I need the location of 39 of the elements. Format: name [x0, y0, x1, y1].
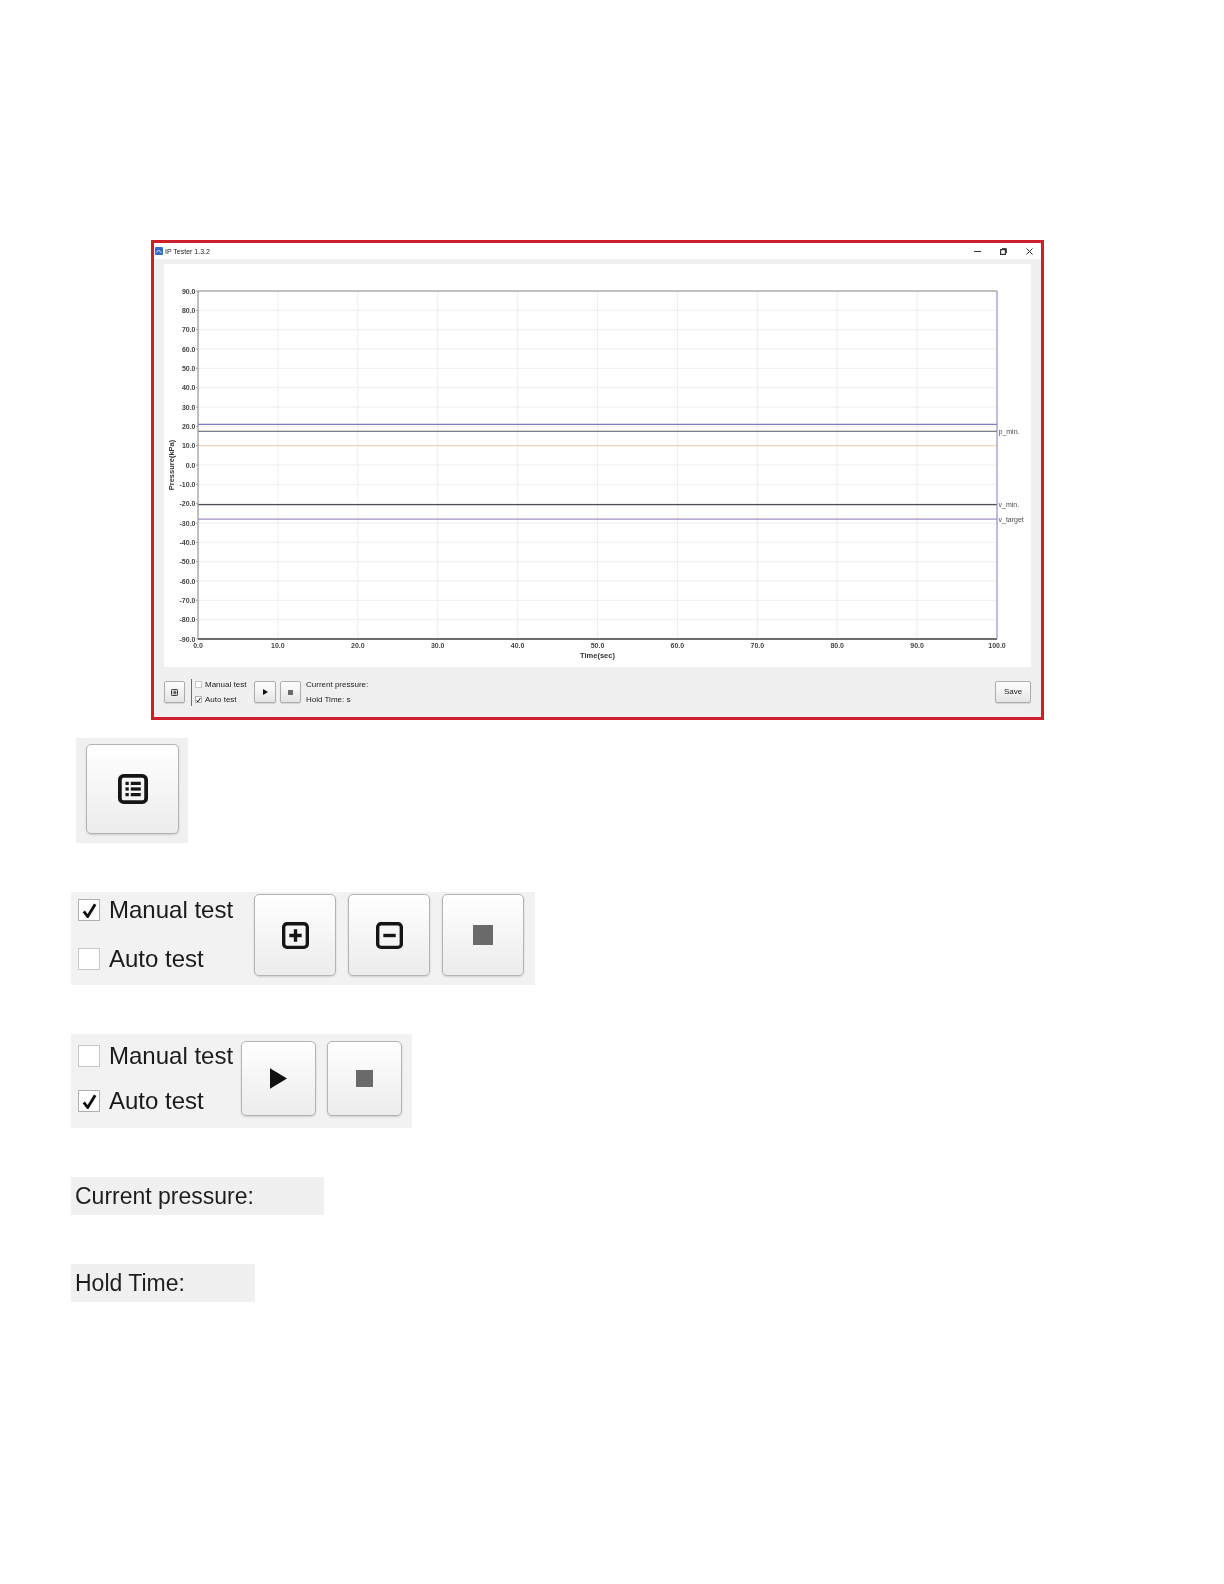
stop-icon	[288, 689, 293, 695]
checkbox-label[interactable]: Auto test	[109, 947, 204, 971]
list-button[interactable]	[164, 681, 185, 703]
stop-button[interactable]	[327, 1041, 402, 1116]
check-icon	[81, 1093, 97, 1109]
play-button[interactable]	[254, 681, 276, 703]
status-text: Current pressure:	[306, 680, 369, 689]
checkbox-label[interactable]: Auto test	[109, 1089, 204, 1113]
play-icon	[270, 1068, 287, 1089]
restore-icon[interactable]	[1000, 247, 1007, 255]
check-icon	[81, 902, 97, 918]
status-text: Hold Time: s	[306, 695, 352, 704]
plus-square-icon	[281, 921, 309, 949]
list-icon	[171, 688, 178, 696]
check-icon	[196, 696, 201, 703]
status-label: Current pressure:	[71, 1177, 324, 1215]
play-icon	[262, 689, 268, 695]
checkbox-label[interactable]: Manual test	[109, 898, 234, 922]
list-icon	[117, 774, 148, 804]
checkbox-label[interactable]: Manual test	[109, 1044, 234, 1068]
save-button[interactable]: Save	[995, 681, 1031, 703]
stop-button[interactable]	[280, 681, 301, 703]
checkbox[interactable]	[78, 1090, 100, 1112]
stop-button[interactable]	[442, 894, 524, 976]
checkbox[interactable]	[78, 899, 100, 921]
checkbox-label[interactable]: Manual test	[205, 680, 247, 689]
checkbox-label[interactable]: Auto test	[205, 695, 237, 704]
stop-icon	[473, 925, 493, 945]
minimize-icon[interactable]	[974, 250, 981, 252]
minus-button[interactable]	[348, 894, 430, 976]
list-button[interactable]	[86, 744, 179, 834]
close-icon[interactable]	[1026, 247, 1033, 255]
plus-button[interactable]	[254, 894, 336, 976]
app-icon	[155, 247, 163, 255]
stop-icon	[356, 1070, 373, 1087]
minus-square-icon	[375, 921, 403, 949]
checkbox[interactable]	[195, 696, 202, 703]
status-label: Hold Time:	[71, 1264, 255, 1302]
play-button[interactable]	[241, 1041, 316, 1116]
